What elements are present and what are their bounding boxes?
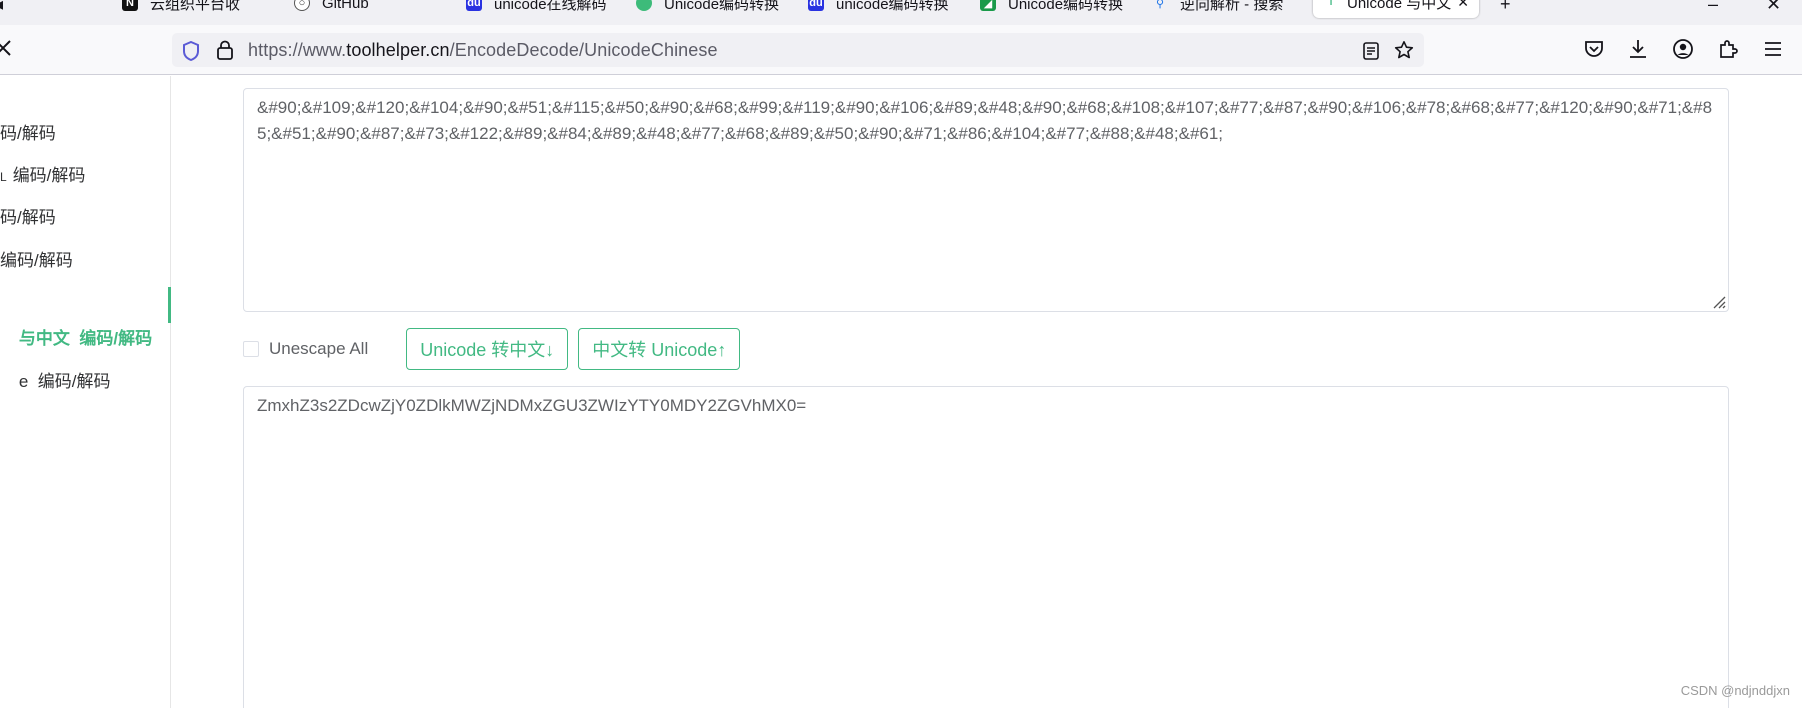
tab-label: Unicode 与中文 bbox=[1347, 0, 1452, 12]
github-icon: ○ bbox=[294, 0, 310, 11]
new-tab-icon[interactable]: + bbox=[1500, 0, 1511, 15]
tab-label: GitHub bbox=[322, 0, 369, 12]
leaf-icon bbox=[636, 0, 652, 11]
sidebar-item-0[interactable]: 码/解码 bbox=[0, 116, 56, 152]
url-path: /EncodeDecode/UnicodeChinese bbox=[449, 40, 718, 60]
sidebar-item-unicode-chinese[interactable]: 与中文 编码/解码 bbox=[0, 285, 152, 348]
sidebar-item-3[interactable]: 编码/解码 bbox=[0, 243, 73, 279]
account-icon[interactable] bbox=[1671, 37, 1695, 61]
search-icon: ⚲ bbox=[1155, 0, 1165, 10]
baidu-du-icon: du bbox=[808, 0, 824, 11]
action-row: Unescape All Unicode 转中文↓ 中文转 Unicode↑ bbox=[243, 328, 750, 370]
sidebar-item-prefix: L bbox=[0, 170, 7, 184]
baidu-du-icon: du bbox=[466, 0, 482, 11]
csdn-watermark: CSDN @ndjnddjxn bbox=[1680, 683, 1790, 698]
url-scheme: https://www. bbox=[248, 40, 347, 60]
stop-loading-icon[interactable] bbox=[0, 37, 16, 61]
unicode-input-text: &#90;&#109;&#120;&#104;&#90;&#51;&#115;&… bbox=[257, 98, 1713, 143]
sidebar-item-5[interactable]: e 编码/解码 bbox=[0, 328, 111, 391]
unescape-all-checkbox[interactable] bbox=[243, 341, 259, 357]
toolhelper-icon: ǀ bbox=[1329, 0, 1333, 8]
minimize-icon[interactable]: – bbox=[1708, 0, 1718, 15]
tab-2[interactable]: du unicode在线解码 bbox=[466, 0, 616, 18]
sidebar-item-label: 编码/解码 bbox=[12, 166, 86, 185]
tab-label: unicode编码转换 bbox=[836, 0, 949, 13]
unicode-input-textarea[interactable]: &#90;&#109;&#120;&#104;&#90;&#51;&#115;&… bbox=[243, 88, 1729, 312]
bookmark-star-icon[interactable] bbox=[1394, 40, 1414, 60]
lock-icon[interactable] bbox=[216, 40, 234, 60]
unescape-all-label[interactable]: Unescape All bbox=[269, 339, 368, 359]
tab-3[interactable]: Unicode编码转换 bbox=[636, 0, 786, 18]
tab-1[interactable]: ○ GitHub bbox=[294, 0, 414, 18]
close-window-icon[interactable]: ✕ bbox=[1766, 0, 1781, 15]
sidebar-item-1[interactable]: L 编码/解码 bbox=[0, 158, 85, 194]
extensions-puzzle-icon[interactable] bbox=[1716, 37, 1740, 61]
tab-label: 云组织平台收 bbox=[150, 0, 241, 13]
url-bar[interactable]: https://www.toolhelper.cn/EncodeDecode/U… bbox=[172, 33, 1424, 67]
browser-nav-bar: https://www.toolhelper.cn/EncodeDecode/U… bbox=[0, 25, 1802, 75]
pocket-icon[interactable] bbox=[1582, 37, 1606, 61]
tracking-shield-icon[interactable] bbox=[182, 41, 200, 61]
tab-close-icon[interactable]: ✕ bbox=[1457, 0, 1469, 11]
sidebar-item-label: 码/解码 bbox=[0, 208, 56, 227]
tab-label: Unicode编码转换 bbox=[1008, 0, 1124, 13]
chinese-to-unicode-button[interactable]: 中文转 Unicode↑ bbox=[578, 328, 741, 370]
sidebar-item-label: 码/解码 bbox=[0, 124, 56, 143]
sidebar-active-marker bbox=[168, 287, 171, 323]
chinese-output-textarea[interactable]: ZmxhZ3s2ZDcwZjY0ZDlkMWZjNDMxZGU3ZWIzYTY0… bbox=[243, 386, 1729, 708]
notion-icon: N bbox=[122, 0, 138, 11]
green-square-icon: ◢ bbox=[980, 0, 996, 11]
tab-0[interactable]: N 云组织平台收 bbox=[122, 0, 272, 18]
sidebar-item-label: e 编码/解码 bbox=[18, 372, 111, 391]
browser-tab-strip: ◂ N 云组织平台收 ○ GitHub du unicode在线解码 Unico… bbox=[0, 0, 1802, 25]
downloads-icon[interactable] bbox=[1626, 37, 1650, 61]
sidebar-nav: 码/解码 L 编码/解码 码/解码 编码/解码 与中文 编码/解码 e 编码/解码 bbox=[0, 76, 171, 708]
resize-grip-icon[interactable] bbox=[1710, 293, 1726, 309]
menu-hamburger-icon[interactable] bbox=[1761, 37, 1785, 61]
tab-4[interactable]: du unicode编码转换 bbox=[808, 0, 958, 18]
tab-label: unicode在线解码 bbox=[494, 0, 607, 13]
tab-scroll-left-icon[interactable]: ◂ bbox=[0, 0, 3, 15]
sidebar-item-2[interactable]: 码/解码 bbox=[0, 200, 56, 236]
sidebar-item-label: 编码/解码 bbox=[0, 251, 73, 270]
reader-view-icon[interactable] bbox=[1362, 41, 1380, 61]
chinese-output-text: ZmxhZ3s2ZDcwZjY0ZDlkMWZjNDMxZGU3ZWIzYTY0… bbox=[257, 396, 807, 415]
tab-5[interactable]: ◢ Unicode编码转换 bbox=[980, 0, 1130, 18]
tab-label: Unicode编码转换 bbox=[664, 0, 780, 13]
url-host: toolhelper.cn bbox=[346, 40, 450, 60]
tab-label: 逆向解析 - 搜索 bbox=[1180, 0, 1284, 13]
tab-active[interactable]: ǀ Unicode 与中文 ✕ bbox=[1313, 0, 1479, 18]
unicode-to-chinese-button[interactable]: Unicode 转中文↓ bbox=[406, 328, 569, 370]
url-text[interactable]: https://www.toolhelper.cn/EncodeDecode/U… bbox=[248, 40, 718, 61]
tab-6[interactable]: ⚲ 逆向解析 - 搜索 bbox=[1152, 0, 1302, 18]
